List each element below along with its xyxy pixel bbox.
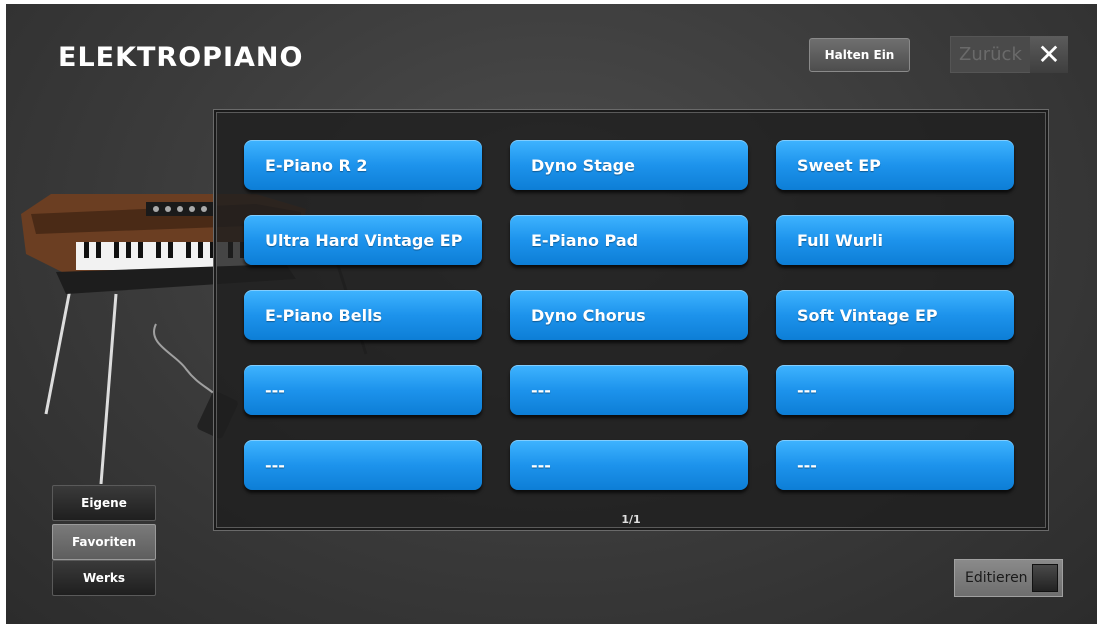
preset-button-empty[interactable]: --- xyxy=(244,365,482,415)
hold-button[interactable]: Halten Ein xyxy=(809,38,910,72)
preset-button[interactable]: Ultra Hard Vintage EP xyxy=(244,215,482,265)
edit-toggle[interactable] xyxy=(1032,564,1058,592)
preset-selection-screen: ELEKTROPIANO Halten Ein Zurück ✕ E-Piano… xyxy=(6,4,1097,624)
close-icon[interactable]: ✕ xyxy=(1030,36,1068,73)
preset-button-empty[interactable]: --- xyxy=(776,365,1014,415)
preset-button[interactable]: E-Piano Bells xyxy=(244,290,482,340)
preset-button[interactable]: Soft Vintage EP xyxy=(776,290,1014,340)
preset-button[interactable]: E-Piano Pad xyxy=(510,215,748,265)
preset-panel: E-Piano R 2 Dyno Stage Sweet EP Ultra Ha… xyxy=(214,110,1048,530)
preset-button-empty[interactable]: --- xyxy=(510,440,748,490)
bank-button-favoriten[interactable]: Favoriten xyxy=(52,524,156,560)
page-title: ELEKTROPIANO xyxy=(58,42,304,73)
preset-grid: E-Piano R 2 Dyno Stage Sweet EP Ultra Ha… xyxy=(244,140,1014,490)
preset-button-empty[interactable]: --- xyxy=(244,440,482,490)
preset-button-empty[interactable]: --- xyxy=(510,365,748,415)
edit-label: Editieren xyxy=(965,570,1028,586)
bank-button-werks[interactable]: Werks xyxy=(52,560,156,596)
page-indicator: 1/1 xyxy=(621,513,641,526)
preset-button[interactable]: Full Wurli xyxy=(776,215,1014,265)
preset-button[interactable]: Dyno Stage xyxy=(510,140,748,190)
back-button[interactable]: Zurück xyxy=(950,36,1032,73)
preset-button[interactable]: Sweet EP xyxy=(776,140,1014,190)
edit-button[interactable]: Editieren xyxy=(954,559,1063,597)
preset-button-empty[interactable]: --- xyxy=(776,440,1014,490)
bank-button-eigene[interactable]: Eigene xyxy=(52,485,156,521)
preset-button[interactable]: E-Piano R 2 xyxy=(244,140,482,190)
preset-button[interactable]: Dyno Chorus xyxy=(510,290,748,340)
